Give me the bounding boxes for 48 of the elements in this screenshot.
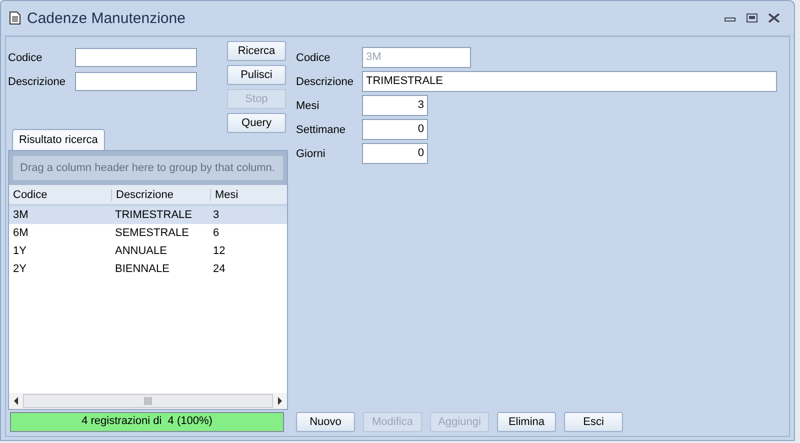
table-cell-text: 3 <box>212 209 220 221</box>
table-cell-text: TRIMESTRALE <box>114 209 194 221</box>
field-label: Descrizione <box>296 76 354 88</box>
field-label: Codice <box>8 52 44 64</box>
input-field[interactable]: 0 <box>362 119 428 140</box>
input-field[interactable]: 0 <box>362 143 428 164</box>
table-row[interactable]: 2Y BIENNALE 24 <box>9 260 287 278</box>
table-cell-text: SEMESTRALE <box>114 227 190 239</box>
table-cell-text: 2Y <box>12 263 28 275</box>
table-cell-text: 3M <box>12 209 30 221</box>
search-button[interactable]: Ricerca <box>227 41 286 61</box>
table-cell-text: 6M <box>12 227 30 239</box>
search-button[interactable]: Pulisci <box>227 65 286 85</box>
column-header[interactable]: Descrizione <box>111 188 210 200</box>
table-row[interactable]: 1Y ANNUALE 12 <box>9 242 287 260</box>
horizontal-scrollbar[interactable] <box>9 393 287 409</box>
column-header[interactable]: Codice <box>9 188 111 200</box>
document-icon <box>9 11 21 25</box>
table-row[interactable]: 6M SEMESTRALE 6 <box>9 224 287 242</box>
field-label: Codice <box>296 52 332 64</box>
scroll-right-icon[interactable] <box>275 395 285 407</box>
close-icon[interactable] <box>768 13 780 23</box>
column-header[interactable]: Mesi <box>210 188 287 200</box>
maximize-icon[interactable] <box>746 13 758 23</box>
scroll-thumb-grip-icon[interactable] <box>144 397 152 405</box>
field-label: Settimane <box>296 124 347 136</box>
status-text: 4 registrazioni di 4 (100%) <box>80 415 214 427</box>
search-button[interactable]: Query <box>227 113 286 133</box>
field-label: Descrizione <box>8 76 66 88</box>
table-cell-text: 1Y <box>12 245 28 257</box>
tab[interactable]: Risultato ricerca <box>12 129 105 150</box>
table-row[interactable]: 3M TRIMESTRALE 3 <box>9 206 287 224</box>
field-label: Mesi <box>296 100 320 112</box>
action-button[interactable]: Nuovo <box>296 412 355 432</box>
table-cell-text: 6 <box>212 227 220 239</box>
field-label: Giorni <box>296 148 326 160</box>
action-button[interactable]: Esci <box>564 412 623 432</box>
table-cell-text: BIENNALE <box>114 263 170 275</box>
input-field[interactable]: TRIMESTRALE <box>362 71 777 92</box>
table-cell-text: 12 <box>212 245 226 257</box>
input-field[interactable]: 3 <box>362 95 428 116</box>
table-cell-text: ANNUALE <box>114 245 168 257</box>
table-cell-text: 24 <box>212 263 226 275</box>
group-by-hint: Drag a column header here to group by that column. <box>13 156 283 180</box>
search-field[interactable] <box>75 72 197 91</box>
action-button[interactable]: Elimina <box>497 412 556 432</box>
window-title: Cadenze Manutenzione <box>27 10 186 26</box>
search-field[interactable] <box>75 48 197 67</box>
